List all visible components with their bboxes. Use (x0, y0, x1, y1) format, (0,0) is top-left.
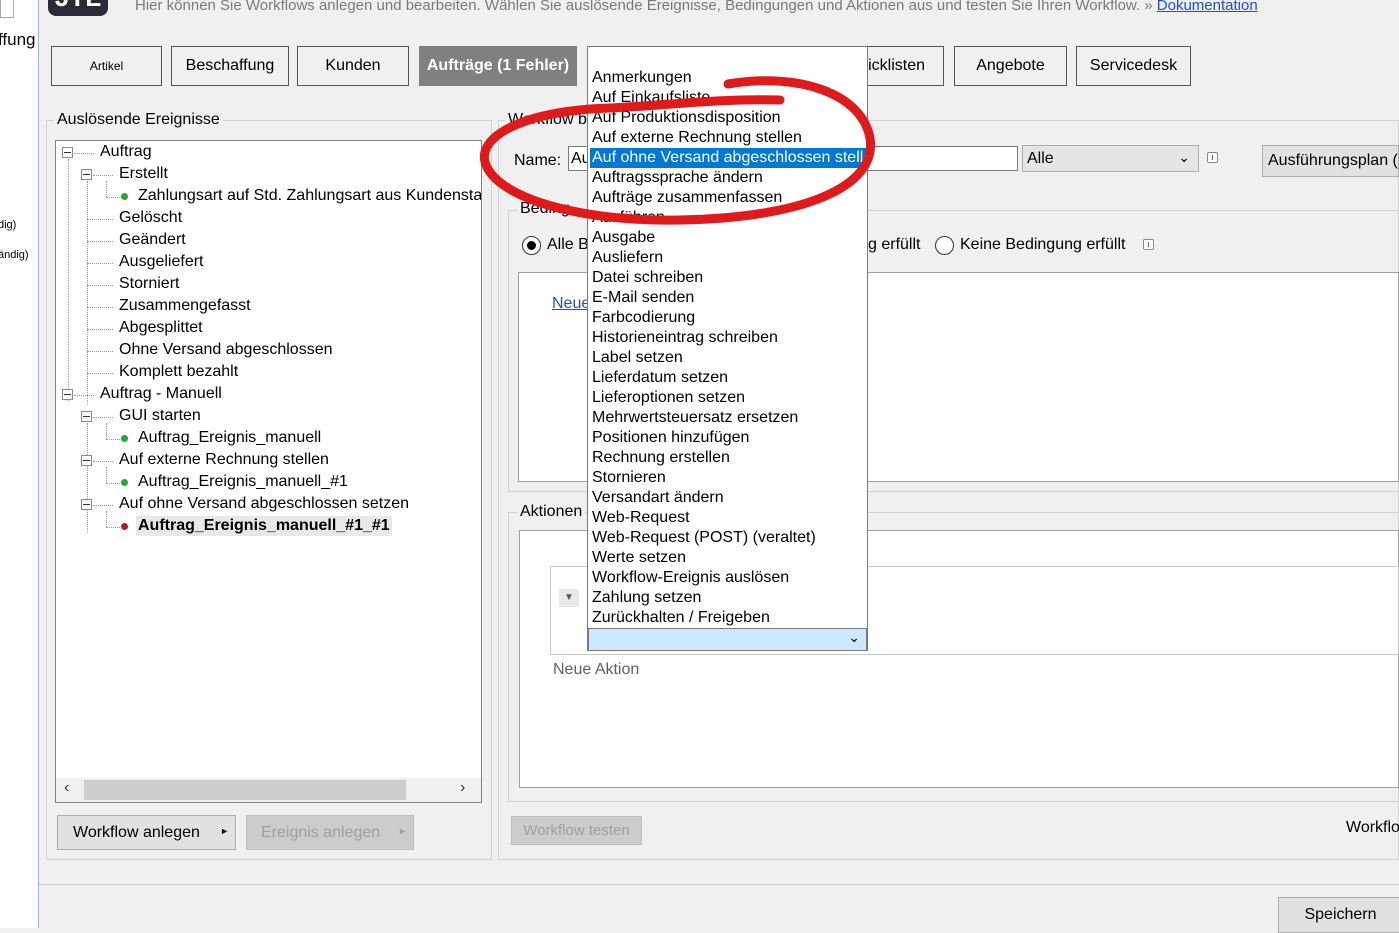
tree-node[interactable]: Auftrag - Manuell (100, 385, 222, 403)
dropdown-option[interactable]: Versandart ändern (590, 488, 866, 508)
dropdown-option[interactable]: Label setzen (590, 348, 866, 368)
tree-node[interactable]: Auftrag_Ereignis_manuell (138, 429, 321, 447)
tree-node[interactable]: Auftrag_Ereignis_manuell_#1 (138, 473, 348, 491)
tree-node[interactable]: Abgesplittet (119, 319, 203, 337)
caret-right-icon: ► (398, 826, 407, 836)
tree-node[interactable]: Ausgeliefert (119, 253, 204, 271)
test-workflow-button[interactable]: Workflow testen (511, 816, 642, 845)
scroll-right-icon[interactable]: › (460, 779, 465, 797)
status-green-dot (121, 435, 128, 442)
header-text: Hier können Sie Workflows anlegen und be… (135, 0, 1153, 14)
events-group-title: Auslösende Ereignisse (54, 111, 223, 129)
create-event-label: Ereignis anlegen (261, 823, 381, 841)
dropdown-option[interactable]: Zahlung setzen (590, 588, 866, 608)
dropdown-option[interactable]: Werte setzen (590, 548, 866, 568)
tree-node-selected[interactable]: Auftrag_Ereignis_manuell_#1_#1 (136, 516, 392, 536)
status-red-dot (121, 523, 128, 530)
info-icon[interactable] (1143, 239, 1154, 250)
filter-select[interactable]: Alle ⌄ (1022, 145, 1199, 172)
dropdown-option[interactable]: Ausliefern (590, 248, 866, 268)
create-workflow-label: Workflow anlegen (73, 823, 200, 841)
create-event-button[interactable]: Ereignis anlegen ► (246, 815, 414, 850)
dropdown-option[interactable]: Web-Request (POST) (veraltet) (590, 528, 866, 548)
tree-node[interactable]: Gelöscht (119, 209, 182, 227)
new-action-label[interactable]: Neue Aktion (553, 661, 639, 679)
dropdown-option[interactable]: Datei schreiben (590, 268, 866, 288)
dropdown-option[interactable]: Ausgabe (590, 228, 866, 248)
dropdown-option[interactable]: Lieferdatum setzen (590, 368, 866, 388)
tree-node[interactable]: Auftrag (100, 143, 152, 161)
tree-expander[interactable] (62, 147, 73, 158)
events-tree[interactable]: Auftrag Erstellt Zahlungsart auf Std. Za… (55, 140, 482, 803)
tree-node[interactable]: Komplett bezahlt (119, 363, 238, 381)
dropdown-option[interactable]: Web-Request (590, 508, 866, 528)
tree-node[interactable]: Zusammengefasst (119, 297, 251, 315)
dropdown-option[interactable]: Lieferoptionen setzen (590, 388, 866, 408)
app-logo: JTL (48, 0, 108, 16)
dropdown-option[interactable]: E-Mail senden (590, 288, 866, 308)
tree-node[interactable]: Erstellt (119, 165, 168, 183)
filter-select-value: Alle (1027, 149, 1054, 167)
new-condition-link[interactable]: Neue (552, 295, 590, 313)
tree-horizontal-scrollbar[interactable]: ‹ › (56, 778, 481, 802)
radio-all-label: Alle B (547, 236, 589, 253)
chevron-down-icon: ⌄ (1178, 149, 1190, 165)
tree-expander[interactable] (81, 411, 92, 422)
radio-no-condition[interactable] (935, 236, 954, 255)
status-green-dot (121, 479, 128, 486)
tree-node[interactable]: GUI starten (119, 407, 201, 425)
caret-right-icon: ► (220, 826, 229, 836)
left-strip-button[interactable] (0, 0, 14, 18)
create-workflow-button[interactable]: Workflow anlegen ► (57, 815, 236, 850)
radio-none-label: Keine Bedingung erfüllt (960, 236, 1126, 253)
dropdown-option[interactable]: Rechnung erstellen (590, 448, 866, 468)
dropdown-option[interactable]: Historieneintrag schreiben (590, 328, 866, 348)
collapse-icon[interactable]: ▼ (559, 589, 579, 607)
tree-node[interactable]: Geändert (119, 231, 186, 249)
tab-beschaffung[interactable]: Beschaffung (171, 46, 289, 86)
workflow-status-label: Workflo (1346, 819, 1399, 836)
dropdown-option[interactable]: Positionen hinzufügen (590, 428, 866, 448)
left-side-panel: ffung dig) ändig) (0, 0, 39, 928)
radio-any-label: g erfüllt (868, 236, 921, 253)
dropdown-option[interactable]: Stornieren (590, 468, 866, 488)
dropdown-option[interactable]: Farbcodierung (590, 308, 866, 328)
chevron-down-icon: ⌄ (848, 629, 860, 645)
scrollbar-thumb[interactable] (84, 780, 406, 800)
tab-artikel[interactable]: Artikel (51, 46, 162, 86)
tree-expander[interactable] (81, 499, 92, 510)
dropdown-option[interactable]: Zurückhalten / Freigeben (590, 608, 866, 628)
dropdown-option[interactable]: Mehrwertsteuersatz ersetzen (590, 408, 866, 428)
documentation-link[interactable]: Dokumentation (1157, 0, 1258, 14)
tab-kunden[interactable]: Kunden (297, 46, 409, 86)
info-icon[interactable] (1207, 152, 1218, 163)
tree-node[interactable]: Storniert (119, 275, 179, 293)
execution-plan-button[interactable]: Ausführungsplan ( (1262, 145, 1399, 177)
actions-group-title: Aktionen (517, 503, 586, 521)
red-annotation-circle (479, 76, 875, 225)
left-strip-label: ändig) (0, 249, 29, 261)
action-type-combobox[interactable]: ⌄ (588, 628, 867, 651)
status-green-dot (121, 193, 128, 200)
tree-expander[interactable] (62, 389, 73, 400)
tree-node[interactable]: Auf ohne Versand abgeschlossen setzen (119, 495, 409, 513)
dropdown-option[interactable]: Workflow-Ereignis auslösen (590, 568, 866, 588)
radio-all-conditions[interactable] (522, 236, 541, 255)
tree-expander[interactable] (81, 455, 92, 466)
left-strip-label: dig) (0, 219, 17, 231)
tab-servicedesk[interactable]: Servicedesk (1076, 46, 1191, 86)
tab-angebote[interactable]: Angebote (954, 46, 1067, 86)
tree-expander[interactable] (81, 169, 92, 180)
tree-node[interactable]: Ohne Versand abgeschlossen (119, 341, 332, 359)
left-strip-label: ffung (0, 30, 36, 49)
tree-node[interactable]: Zahlungsart auf Std. Zahlungsart aus Kun… (138, 187, 481, 205)
footer-divider (39, 884, 1399, 885)
scroll-left-icon[interactable]: ‹ (64, 779, 69, 797)
tree-node[interactable]: Auf externe Rechnung stellen (119, 451, 329, 469)
header-description: Hier können Sie Workflows anlegen und be… (135, 0, 1258, 14)
